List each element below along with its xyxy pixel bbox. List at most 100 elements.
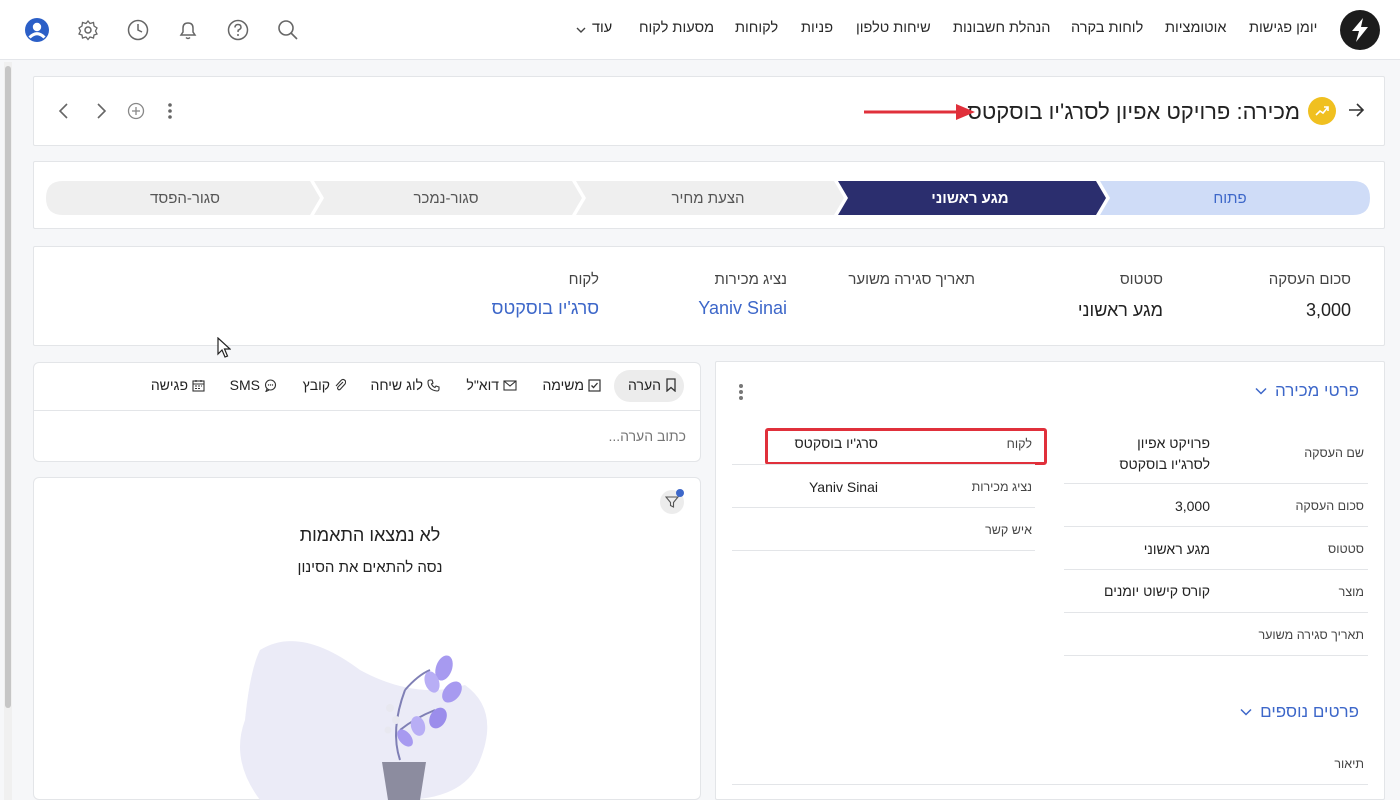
tab-call-log-label: לוג שיחה bbox=[370, 377, 423, 393]
paperclip-icon bbox=[335, 378, 346, 391]
summary-amount-value: 3,000 bbox=[1305, 300, 1351, 320]
divider bbox=[1064, 612, 1368, 613]
chevron-left-icon bbox=[58, 103, 68, 119]
field-product-label: מוצר bbox=[1338, 585, 1364, 599]
lightning-logo-icon bbox=[1352, 18, 1368, 42]
stage-open-label: פתוח bbox=[1213, 189, 1247, 207]
calendar-icon bbox=[192, 379, 205, 392]
chat-bubble-icon bbox=[264, 378, 277, 392]
arrow-right-icon bbox=[1349, 103, 1365, 117]
note-input[interactable] bbox=[48, 424, 686, 448]
chevron-down-icon bbox=[576, 27, 586, 33]
tab-note-label: הערה bbox=[628, 377, 661, 393]
phone-icon bbox=[427, 378, 440, 392]
tab-task[interactable]: משימה bbox=[542, 377, 601, 393]
deal-details-section-title: פרטי מכירה bbox=[1274, 381, 1359, 400]
user-avatar-icon bbox=[25, 18, 49, 42]
field-deal-name-line2[interactable]: לסרג'יו בוסקטס bbox=[1119, 456, 1210, 472]
history-button[interactable] bbox=[125, 17, 151, 43]
search-icon bbox=[278, 20, 298, 40]
empty-state-plant-illustration bbox=[240, 641, 488, 800]
checkbox-icon bbox=[588, 378, 601, 392]
top-navigation-bar: יומן פגישות אוטומציות לוחות בקרה הנהלת ח… bbox=[0, 0, 1400, 60]
tab-meeting-label: פגישה bbox=[150, 377, 188, 393]
nav-more-menu[interactable]: עוד bbox=[576, 20, 612, 36]
tab-call-log[interactable]: לוג שיחה bbox=[370, 377, 440, 393]
settings-button[interactable] bbox=[75, 17, 101, 43]
annotation-arrow-icon bbox=[864, 104, 975, 120]
field-rep-link[interactable]: Yaniv Sinai bbox=[809, 479, 878, 495]
summary-customer-link[interactable]: סרג'יו בוסקטס bbox=[492, 298, 599, 319]
nav-item-dashboards[interactable]: לוחות בקרה bbox=[1071, 20, 1143, 36]
tab-sms[interactable]: SMS bbox=[230, 377, 277, 393]
divider bbox=[732, 464, 1035, 465]
divider bbox=[1064, 526, 1368, 527]
nav-item-customers[interactable]: לקוחות bbox=[735, 20, 778, 36]
back-button[interactable] bbox=[1344, 98, 1368, 122]
field-amount-value[interactable]: 3,000 bbox=[1175, 498, 1210, 514]
nav-more-label: עוד bbox=[592, 20, 613, 36]
nav-item-customer-journeys[interactable]: מסעות לקוח bbox=[639, 20, 714, 36]
add-button[interactable] bbox=[127, 102, 145, 120]
details-more-options-button[interactable] bbox=[734, 382, 748, 402]
tab-note[interactable]: הערה bbox=[628, 377, 677, 393]
tab-sms-label: SMS bbox=[229, 377, 260, 393]
tab-file[interactable]: קובץ bbox=[303, 377, 346, 393]
summary-status-value: מגע ראשוני bbox=[1077, 300, 1163, 320]
gear-icon bbox=[78, 19, 98, 41]
stage-first-contact-label: מגע ראשוני bbox=[931, 189, 1009, 207]
filter-active-dot bbox=[676, 489, 684, 497]
field-close-date-label: תאריך סגירה משוער bbox=[1258, 628, 1364, 642]
summary-amount-label: סכום העסקה bbox=[1268, 271, 1351, 288]
field-product-link[interactable]: קורס קישוט יומנים bbox=[1104, 583, 1210, 599]
field-status-value[interactable]: מגע ראשוני bbox=[1144, 541, 1210, 557]
divider bbox=[34, 410, 700, 411]
previous-record-button[interactable] bbox=[54, 101, 74, 121]
summary-customer-label: לקוח bbox=[568, 271, 599, 288]
tab-email[interactable]: דוא"ל bbox=[466, 377, 517, 393]
chevron-down-icon bbox=[1255, 387, 1267, 395]
summary-rep-link[interactable]: Yaniv Sinai bbox=[698, 298, 787, 319]
header-more-options-button[interactable] bbox=[164, 102, 176, 120]
vertical-dots-icon bbox=[168, 103, 172, 119]
app-logo[interactable] bbox=[1340, 10, 1380, 50]
nav-item-inquiries[interactable]: פניות bbox=[801, 20, 833, 36]
deal-details-section-toggle[interactable]: פרטי מכירה bbox=[1255, 381, 1359, 401]
chevron-right-icon bbox=[97, 103, 107, 119]
stage-price-quote-label: הצעת מחיר bbox=[671, 189, 745, 207]
nav-item-phone-calls[interactable]: שיחות טלפון bbox=[856, 20, 931, 36]
field-contact-label: איש קשר bbox=[985, 523, 1032, 537]
deal-type-badge bbox=[1308, 97, 1336, 125]
field-deal-name-line1[interactable]: פרויקט אפיון bbox=[1137, 435, 1210, 451]
field-description-label: תיאור bbox=[1334, 757, 1364, 771]
notifications-button[interactable] bbox=[175, 17, 201, 43]
plus-circle-icon bbox=[127, 102, 145, 120]
field-customer-link[interactable]: סרג'יו בוסקטס bbox=[795, 435, 879, 451]
clock-icon bbox=[127, 19, 149, 41]
trending-up-icon bbox=[1315, 106, 1329, 116]
help-button[interactable] bbox=[225, 17, 251, 43]
vertical-dots-icon bbox=[739, 384, 743, 400]
summary-status-label: סטטוס bbox=[1119, 271, 1163, 288]
extra-details-section-title: פרטים נוספים bbox=[1260, 702, 1359, 721]
extra-details-section-toggle[interactable]: פרטים נוספים bbox=[1240, 702, 1359, 722]
divider bbox=[732, 550, 1035, 551]
divider bbox=[1064, 483, 1368, 484]
tab-meeting[interactable]: פגישה bbox=[151, 377, 205, 393]
divider bbox=[1064, 655, 1368, 656]
user-profile-button[interactable] bbox=[24, 17, 50, 43]
deal-header-card: מכירה: פרויקט אפיון לסרג'יו בוסקטס bbox=[33, 76, 1385, 146]
field-rep-label: נציג מכירות bbox=[971, 480, 1032, 494]
page-scrollbar-thumb[interactable] bbox=[5, 66, 11, 708]
divider bbox=[1064, 569, 1368, 570]
filter-icon bbox=[665, 496, 679, 508]
nav-item-automations[interactable]: אוטומציות bbox=[1165, 20, 1227, 36]
next-record-button[interactable] bbox=[91, 101, 111, 121]
tab-email-label: דוא"ל bbox=[466, 377, 499, 393]
divider bbox=[732, 784, 1368, 785]
bookmark-icon bbox=[666, 378, 676, 392]
stage-closed-won-label: סגור-נמכר bbox=[413, 189, 479, 207]
search-button[interactable] bbox=[275, 17, 301, 43]
nav-item-accounting[interactable]: הנהלת חשבונות bbox=[953, 20, 1050, 36]
nav-item-calendar[interactable]: יומן פגישות bbox=[1249, 20, 1317, 36]
